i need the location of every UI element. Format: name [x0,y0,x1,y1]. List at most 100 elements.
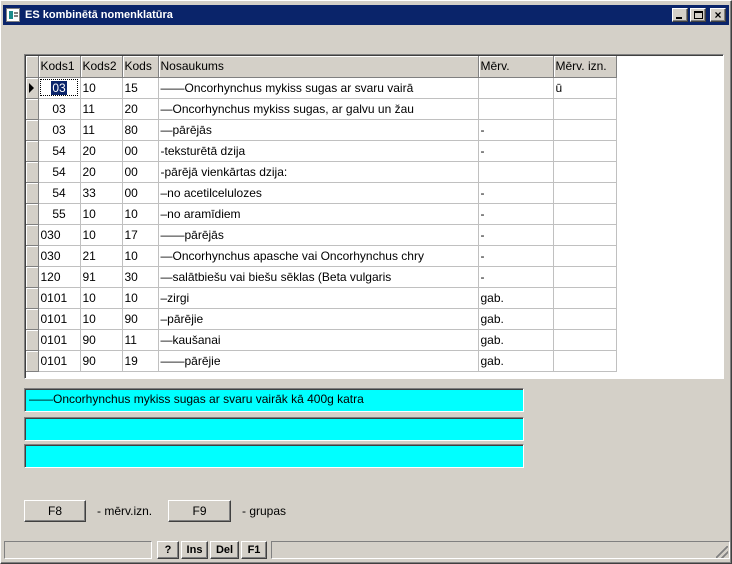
cell-merv-izn[interactable]: ū [553,77,617,99]
table-row[interactable]: 03 11 80 —pārējās - [26,119,617,141]
description-field-1[interactable]: ——Oncorhynchus mykiss sugas ar svaru vai… [24,388,524,412]
row-indicator[interactable] [26,245,39,267]
cell-merv[interactable]: - [478,203,554,225]
cell-kods1[interactable]: 03 [38,98,81,120]
cell-nosaukums[interactable]: —pārējās [158,119,479,141]
cell-kods2[interactable]: 90 [80,350,123,372]
cell-kods[interactable]: 80 [122,119,159,141]
cell-kods2[interactable]: 11 [80,119,123,141]
cell-kods1[interactable]: 03 [38,119,81,141]
cell-nosaukums[interactable]: ——pārējās [158,224,479,246]
table-row[interactable]: 030 10 17 ——pārējās - [26,224,617,246]
column-header-kods1[interactable]: Kods1 [38,56,81,78]
cell-kods2[interactable]: 10 [80,308,123,330]
cell-merv-izn[interactable] [553,203,617,225]
row-indicator[interactable] [26,182,39,204]
cell-kods2[interactable]: 11 [80,98,123,120]
table-row[interactable]: 03 10 15 ——Oncorhynchus mykiss sugas ar sva… [26,77,617,99]
cell-kods2[interactable]: 90 [80,329,123,351]
table-row[interactable]: 54 33 00 –no acetilcelulozes - [26,182,617,204]
cell-kods[interactable]: 10 [122,287,159,309]
cell-nosaukums[interactable]: ——pārējie [158,350,479,372]
cell-merv[interactable] [478,77,554,99]
cell-kods[interactable]: 20 [122,98,159,120]
row-indicator[interactable] [26,77,39,99]
cell-merv[interactable]: gab. [478,329,554,351]
cell-kods[interactable]: 19 [122,350,159,372]
row-indicator[interactable] [26,308,39,330]
cell-merv[interactable] [478,98,554,120]
cell-kods1[interactable]: 030 [38,245,81,267]
cell-kods1[interactable]: 0101 [38,308,81,330]
cell-kods1[interactable]: 55 [38,203,81,225]
cell-merv[interactable]: - [478,245,554,267]
cell-merv-izn[interactable] [553,119,617,141]
cell-nosaukums[interactable]: –no acetilcelulozes [158,182,479,204]
cell-nosaukums[interactable]: —kaušanai [158,329,479,351]
cell-kods[interactable]: 30 [122,266,159,288]
cell-kods2[interactable]: 33 [80,182,123,204]
cell-merv-izn[interactable] [553,245,617,267]
cell-kods1[interactable]: 03 [38,77,81,99]
column-header-kods2[interactable]: Kods2 [80,56,123,78]
cell-kods1[interactable]: 0101 [38,287,81,309]
description-field-3[interactable] [24,444,524,468]
cell-kods1[interactable]: 54 [38,161,81,183]
table-row[interactable]: 0101 90 11 —kaušanai gab. [26,329,617,351]
cell-nosaukums[interactable]: –zirgi [158,287,479,309]
cell-kods2[interactable]: 10 [80,77,123,99]
help-button[interactable]: ? [157,541,179,559]
cell-kods1[interactable]: 120 [38,266,81,288]
insert-button[interactable]: Ins [181,541,208,559]
cell-nosaukums[interactable]: –pārējie [158,308,479,330]
row-indicator[interactable] [26,203,39,225]
nomenclature-grid[interactable]: Kods1 Kods2 Kods Nosaukums Mērv. Mērv. i… [24,54,724,379]
cell-merv-izn[interactable] [553,329,617,351]
row-indicator[interactable] [26,266,39,288]
cell-merv[interactable]: gab. [478,287,554,309]
cell-merv-izn[interactable] [553,161,617,183]
row-indicator[interactable] [26,119,39,141]
table-row[interactable]: 120 91 30 —salātbiešu vai biešu sēklas (Bet… [26,266,617,288]
cell-merv[interactable] [478,161,554,183]
cell-merv-izn[interactable] [553,224,617,246]
cell-kods[interactable]: 11 [122,329,159,351]
cell-nosaukums[interactable]: -pārējā vienkārtas dzija: [158,161,479,183]
cell-kods1[interactable]: 0101 [38,350,81,372]
cell-kods[interactable]: 00 [122,161,159,183]
cell-kods2[interactable]: 20 [80,140,123,162]
cell-kods2[interactable]: 10 [80,287,123,309]
cell-merv[interactable]: - [478,119,554,141]
title-bar[interactable]: ES kombinētā nomenklatūra × [3,5,729,25]
cell-merv[interactable]: gab. [478,350,554,372]
cell-merv[interactable]: - [478,182,554,204]
f9-button[interactable]: F9 [168,500,231,522]
table-row[interactable]: 0101 10 10 –zirgi gab. [26,287,617,309]
cell-merv-izn[interactable] [553,266,617,288]
column-header-nosaukums[interactable]: Nosaukums [158,56,479,78]
column-header-merv-izn[interactable]: Mērv. izn. [553,56,617,78]
delete-button[interactable]: Del [210,541,239,559]
app-icon[interactable] [6,8,20,22]
minimize-button[interactable] [672,8,688,22]
table-row[interactable]: 03 11 20 —Oncorhynchus mykiss sugas, ar gal… [26,98,617,120]
cell-nosaukums[interactable]: -teksturētā dzija [158,140,479,162]
row-indicator[interactable] [26,161,39,183]
cell-merv-izn[interactable] [553,308,617,330]
table-row[interactable]: 0101 10 90 –pārējie gab. [26,308,617,330]
cell-merv-izn[interactable] [553,350,617,372]
row-indicator[interactable] [26,287,39,309]
cell-kods[interactable]: 17 [122,224,159,246]
row-indicator[interactable] [26,98,39,120]
table-row[interactable]: 030 21 10 —Oncorhynchus apasche vai Oncorhy… [26,245,617,267]
cell-kods2[interactable]: 10 [80,224,123,246]
row-indicator[interactable] [26,140,39,162]
cell-kods1[interactable]: 030 [38,224,81,246]
cell-merv[interactable]: - [478,224,554,246]
cell-kods[interactable]: 10 [122,245,159,267]
f8-button[interactable]: F8 [24,500,86,522]
cell-nosaukums[interactable]: ——Oncorhynchus mykiss sugas ar svaru vai… [158,77,479,99]
cell-kods2[interactable]: 21 [80,245,123,267]
cell-kods2[interactable]: 20 [80,161,123,183]
maximize-button[interactable] [690,8,706,22]
